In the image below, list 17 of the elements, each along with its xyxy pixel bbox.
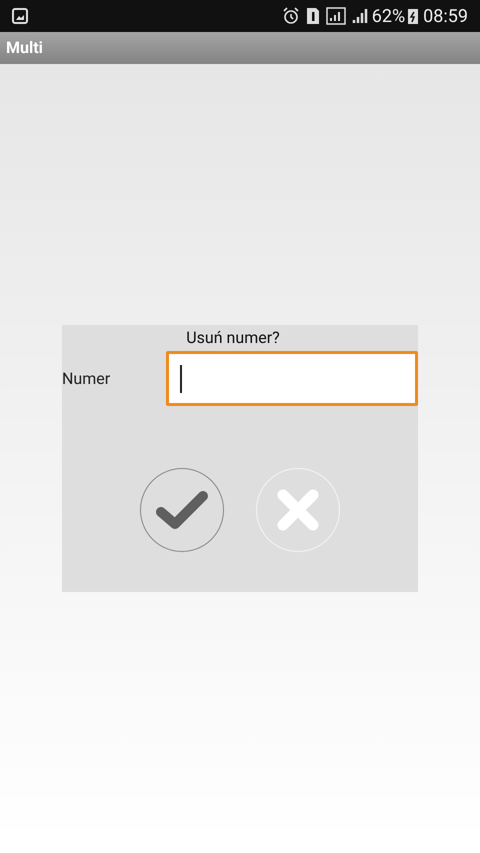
battery-icon <box>407 7 420 25</box>
image-icon <box>12 8 28 24</box>
dialog-title: Usuń numer? <box>186 327 280 349</box>
text-cursor <box>180 364 182 392</box>
field-label: Numer <box>62 368 112 390</box>
checkmark-icon <box>155 490 209 530</box>
sim-card-icon <box>306 7 320 25</box>
confirm-button[interactable] <box>140 468 224 552</box>
signal-icon <box>352 8 368 24</box>
app-title: Multi <box>6 37 43 59</box>
clock-time: 08:59 <box>423 4 468 28</box>
close-icon <box>276 488 320 532</box>
alarm-icon <box>282 7 300 25</box>
battery-percent: 62% <box>372 4 406 28</box>
signal-icon <box>326 7 346 25</box>
cancel-button[interactable] <box>256 468 340 552</box>
number-input[interactable] <box>166 351 418 406</box>
